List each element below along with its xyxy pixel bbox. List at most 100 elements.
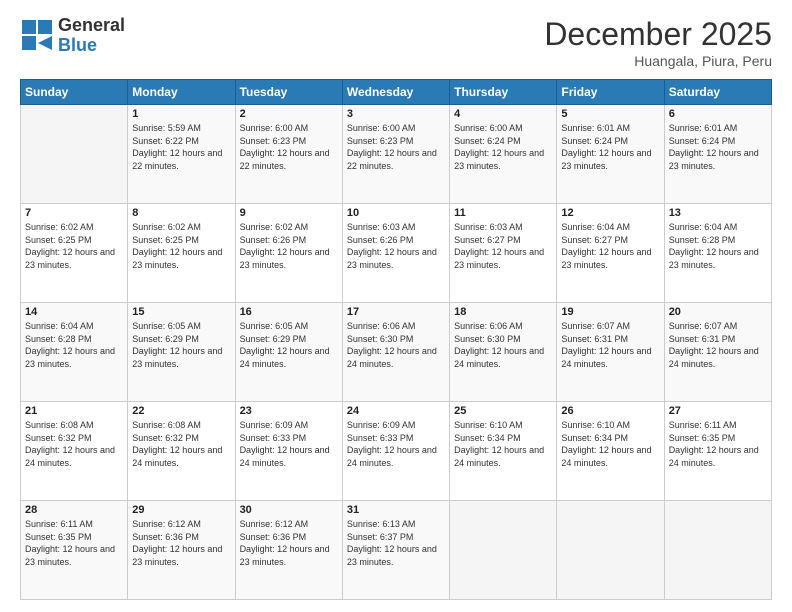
day-number: 9	[240, 207, 338, 219]
table-cell: 19 Sunrise: 6:07 AM Sunset: 6:31 PM Dayli…	[557, 303, 664, 402]
day-number: 20	[669, 306, 767, 318]
day-number: 21	[25, 405, 123, 417]
day-info: Sunrise: 6:00 AM Sunset: 6:24 PM Dayligh…	[454, 122, 552, 172]
page: General Blue December 2025 Huangala, Piu…	[0, 0, 792, 612]
day-info: Sunrise: 6:06 AM Sunset: 6:30 PM Dayligh…	[454, 320, 552, 370]
table-cell: 24 Sunrise: 6:09 AM Sunset: 6:33 PM Dayli…	[342, 402, 449, 501]
day-number: 15	[132, 306, 230, 318]
day-number: 3	[347, 108, 445, 120]
day-number: 6	[669, 108, 767, 120]
day-number: 18	[454, 306, 552, 318]
col-sunday: Sunday	[21, 80, 128, 105]
col-tuesday: Tuesday	[235, 80, 342, 105]
day-info: Sunrise: 6:12 AM Sunset: 6:36 PM Dayligh…	[240, 518, 338, 568]
day-number: 1	[132, 108, 230, 120]
col-thursday: Thursday	[450, 80, 557, 105]
day-number: 23	[240, 405, 338, 417]
day-number: 7	[25, 207, 123, 219]
day-number: 8	[132, 207, 230, 219]
table-cell: 15 Sunrise: 6:05 AM Sunset: 6:29 PM Dayli…	[128, 303, 235, 402]
day-number: 10	[347, 207, 445, 219]
day-info: Sunrise: 6:03 AM Sunset: 6:27 PM Dayligh…	[454, 221, 552, 271]
day-info: Sunrise: 6:02 AM Sunset: 6:25 PM Dayligh…	[132, 221, 230, 271]
logo-general: General	[58, 16, 125, 36]
day-info: Sunrise: 6:01 AM Sunset: 6:24 PM Dayligh…	[669, 122, 767, 172]
day-info: Sunrise: 6:00 AM Sunset: 6:23 PM Dayligh…	[347, 122, 445, 172]
day-info: Sunrise: 6:06 AM Sunset: 6:30 PM Dayligh…	[347, 320, 445, 370]
location: Huangala, Piura, Peru	[544, 53, 772, 69]
day-number: 27	[669, 405, 767, 417]
week-row-4: 21 Sunrise: 6:08 AM Sunset: 6:32 PM Dayli…	[21, 402, 772, 501]
day-info: Sunrise: 6:01 AM Sunset: 6:24 PM Dayligh…	[561, 122, 659, 172]
day-info: Sunrise: 6:11 AM Sunset: 6:35 PM Dayligh…	[669, 419, 767, 469]
table-cell: 23Sunrise: 6:09 AM Sunset: 6:33 PM Dayli…	[235, 402, 342, 501]
table-cell: 5 Sunrise: 6:01 AM Sunset: 6:24 PM Daylig…	[557, 105, 664, 204]
day-number: 12	[561, 207, 659, 219]
table-cell	[664, 501, 771, 600]
day-number: 11	[454, 207, 552, 219]
day-info: Sunrise: 6:04 AM Sunset: 6:28 PM Dayligh…	[669, 221, 767, 271]
header: General Blue December 2025 Huangala, Piu…	[20, 16, 772, 69]
day-number: 26	[561, 405, 659, 417]
day-info: Sunrise: 6:02 AM Sunset: 6:26 PM Dayligh…	[240, 221, 338, 271]
day-number: 24	[347, 405, 445, 417]
day-info: Sunrise: 6:08 AM Sunset: 6:32 PM Dayligh…	[132, 419, 230, 469]
table-cell: 14 Sunrise: 6:04 AM Sunset: 6:28 PM Dayli…	[21, 303, 128, 402]
table-cell: 29 Sunrise: 6:12 AM Sunset: 6:36 PM Dayli…	[128, 501, 235, 600]
day-info: Sunrise: 6:03 AM Sunset: 6:26 PM Dayligh…	[347, 221, 445, 271]
table-cell: 11 Sunrise: 6:03 AM Sunset: 6:27 PM Dayli…	[450, 204, 557, 303]
table-cell: 3 Sunrise: 6:00 AM Sunset: 6:23 PM Daylig…	[342, 105, 449, 204]
table-cell	[450, 501, 557, 600]
day-number: 13	[669, 207, 767, 219]
col-saturday: Saturday	[664, 80, 771, 105]
week-row-3: 14 Sunrise: 6:04 AM Sunset: 6:28 PM Dayli…	[21, 303, 772, 402]
logo-icon	[20, 18, 56, 54]
table-cell: 26Sunrise: 6:10 AM Sunset: 6:34 PM Dayli…	[557, 402, 664, 501]
week-row-1: 1 Sunrise: 5:59 AM Sunset: 6:22 PM Daylig…	[21, 105, 772, 204]
day-number: 2	[240, 108, 338, 120]
table-cell: 6 Sunrise: 6:01 AM Sunset: 6:24 PM Daylig…	[664, 105, 771, 204]
title-block: December 2025 Huangala, Piura, Peru	[544, 16, 772, 69]
table-cell: 21 Sunrise: 6:08 AM Sunset: 6:32 PM Dayli…	[21, 402, 128, 501]
table-cell: 25Sunrise: 6:10 AM Sunset: 6:34 PM Dayli…	[450, 402, 557, 501]
table-cell	[557, 501, 664, 600]
table-cell: 13 Sunrise: 6:04 AM Sunset: 6:28 PM Dayli…	[664, 204, 771, 303]
day-info: Sunrise: 6:04 AM Sunset: 6:28 PM Dayligh…	[25, 320, 123, 370]
day-number: 14	[25, 306, 123, 318]
day-number: 16	[240, 306, 338, 318]
table-cell: 4Sunrise: 6:00 AM Sunset: 6:24 PM Daylig…	[450, 105, 557, 204]
week-row-5: 28 Sunrise: 6:11 AM Sunset: 6:35 PM Dayli…	[21, 501, 772, 600]
calendar-header-row: Sunday Monday Tuesday Wednesday Thursday…	[21, 80, 772, 105]
day-info: Sunrise: 6:05 AM Sunset: 6:29 PM Dayligh…	[240, 320, 338, 370]
day-number: 25	[454, 405, 552, 417]
day-info: Sunrise: 6:12 AM Sunset: 6:36 PM Dayligh…	[132, 518, 230, 568]
day-number: 28	[25, 504, 123, 516]
table-cell: 1 Sunrise: 5:59 AM Sunset: 6:22 PM Daylig…	[128, 105, 235, 204]
day-info: Sunrise: 6:04 AM Sunset: 6:27 PM Dayligh…	[561, 221, 659, 271]
day-info: Sunrise: 6:09 AM Sunset: 6:33 PM Dayligh…	[347, 419, 445, 469]
day-info: Sunrise: 6:05 AM Sunset: 6:29 PM Dayligh…	[132, 320, 230, 370]
table-cell: 30 Sunrise: 6:12 AM Sunset: 6:36 PM Dayli…	[235, 501, 342, 600]
day-number: 5	[561, 108, 659, 120]
table-cell: 17Sunrise: 6:06 AM Sunset: 6:30 PM Dayli…	[342, 303, 449, 402]
table-cell: 28 Sunrise: 6:11 AM Sunset: 6:35 PM Dayli…	[21, 501, 128, 600]
day-number: 29	[132, 504, 230, 516]
day-info: Sunrise: 6:00 AM Sunset: 6:23 PM Dayligh…	[240, 122, 338, 172]
col-monday: Monday	[128, 80, 235, 105]
logo: General Blue	[20, 16, 125, 56]
table-cell: 27 Sunrise: 6:11 AM Sunset: 6:35 PM Dayli…	[664, 402, 771, 501]
day-info: Sunrise: 6:08 AM Sunset: 6:32 PM Dayligh…	[25, 419, 123, 469]
table-cell: 31Sunrise: 6:13 AM Sunset: 6:37 PM Dayli…	[342, 501, 449, 600]
day-number: 19	[561, 306, 659, 318]
table-cell: 10 Sunrise: 6:03 AM Sunset: 6:26 PM Dayli…	[342, 204, 449, 303]
day-number: 30	[240, 504, 338, 516]
day-info: Sunrise: 5:59 AM Sunset: 6:22 PM Dayligh…	[132, 122, 230, 172]
col-wednesday: Wednesday	[342, 80, 449, 105]
table-cell: 18 Sunrise: 6:06 AM Sunset: 6:30 PM Dayli…	[450, 303, 557, 402]
day-info: Sunrise: 6:11 AM Sunset: 6:35 PM Dayligh…	[25, 518, 123, 568]
col-friday: Friday	[557, 80, 664, 105]
table-cell: 2 Sunrise: 6:00 AM Sunset: 6:23 PM Daylig…	[235, 105, 342, 204]
day-number: 22	[132, 405, 230, 417]
calendar-table: Sunday Monday Tuesday Wednesday Thursday…	[20, 79, 772, 600]
day-info: Sunrise: 6:07 AM Sunset: 6:31 PM Dayligh…	[561, 320, 659, 370]
